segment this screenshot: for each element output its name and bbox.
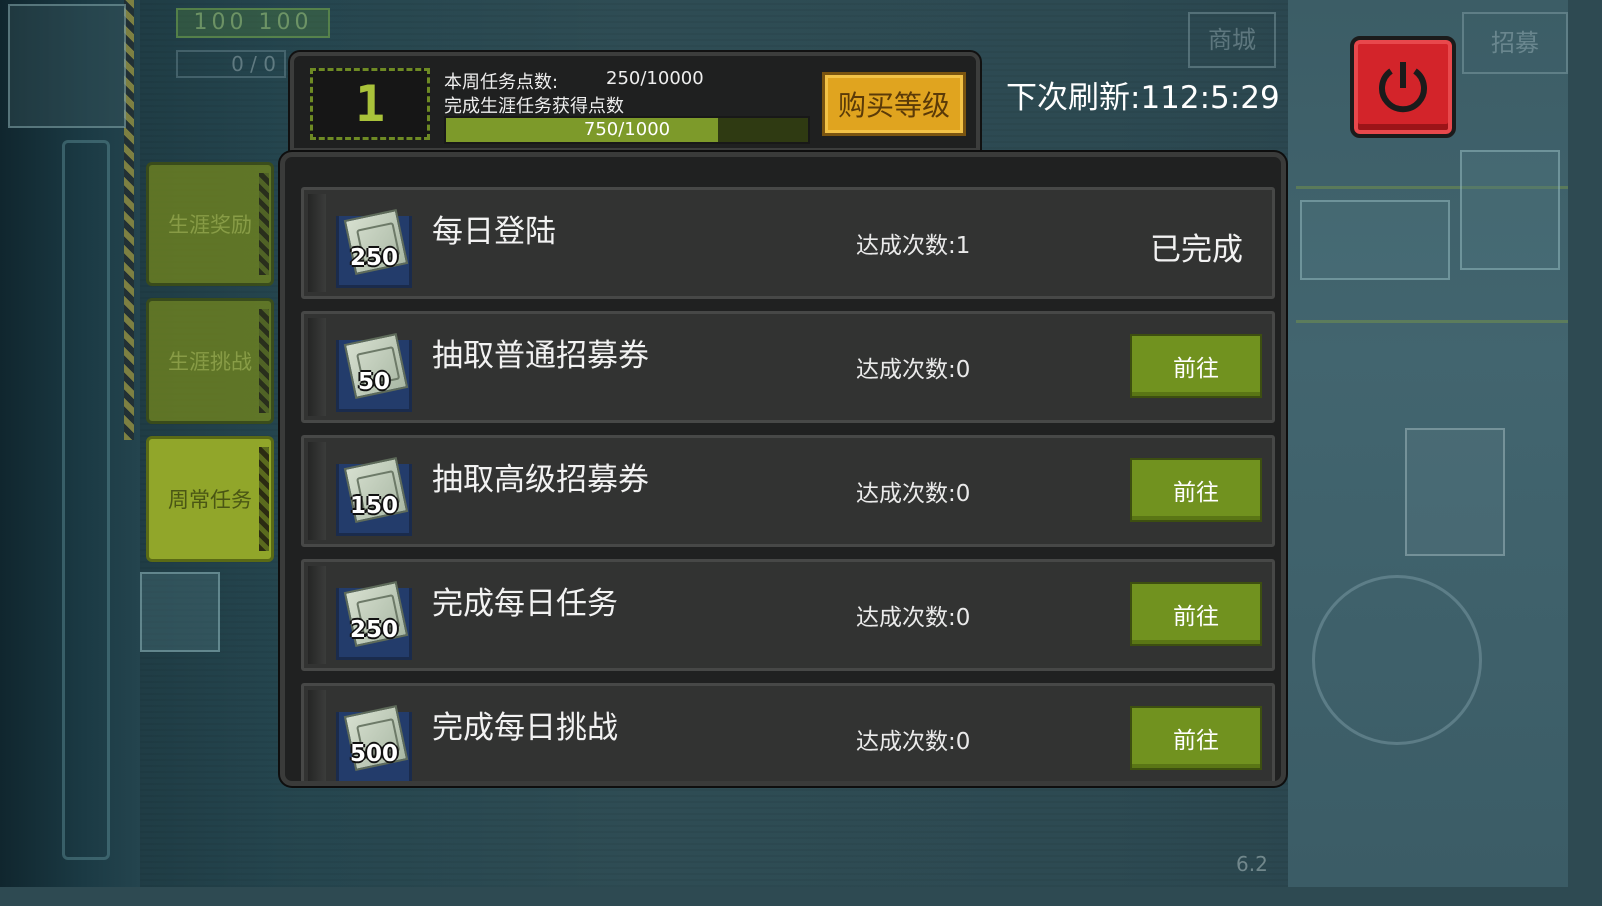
- background-machine: [1460, 150, 1560, 270]
- task-row: 250 每日登陆 达成次数:1 已完成: [301, 187, 1275, 299]
- background-card-slot: [1405, 428, 1505, 556]
- go-button[interactable]: 前往: [1130, 582, 1262, 646]
- task-row: 150 抽取高级招募券 达成次数:0 前往: [301, 435, 1275, 547]
- player-portrait-frame: [8, 4, 126, 128]
- hud-counter: 0 / 0: [176, 50, 286, 78]
- hud-health-bar: 100 100: [176, 8, 330, 38]
- ticket-icon: 50: [336, 332, 412, 412]
- task-count: 达成次数:0: [856, 605, 971, 631]
- background-line: [1296, 320, 1568, 323]
- task-reward: 250: [349, 245, 398, 271]
- career-progress-bar: 750/1000: [444, 116, 810, 144]
- power-icon: [1379, 62, 1427, 113]
- shop-button: 商城: [1188, 12, 1276, 68]
- background-pipe: [62, 140, 110, 860]
- tab-label: 周常任务: [168, 488, 252, 512]
- task-count: 达成次数:0: [856, 729, 971, 755]
- go-button[interactable]: 前往: [1130, 706, 1262, 770]
- buy-level-button[interactable]: 购买等级: [822, 72, 966, 136]
- career-points-label: 完成生涯任务获得点数: [444, 96, 624, 117]
- close-button[interactable]: [1350, 36, 1456, 138]
- task-reward: 500: [349, 741, 398, 767]
- level-number: 1: [354, 75, 386, 133]
- task-name: 完成每日挑战: [432, 710, 618, 746]
- task-row: 50 抽取普通招募券 达成次数:0 前往: [301, 311, 1275, 423]
- weekly-task-panel: 250 每日登陆 达成次数:1 已完成 50 抽取普通招募券 达成次数:0 前往…: [280, 152, 1286, 786]
- recruit-button: 招募: [1462, 12, 1568, 74]
- ticket-icon: 150: [336, 456, 412, 536]
- task-row: 250 完成每日任务 达成次数:0 前往: [301, 559, 1275, 671]
- version-label: 6.2: [1236, 852, 1268, 876]
- background-joystick-ring: [1312, 575, 1482, 745]
- ticket-icon: 250: [336, 208, 412, 288]
- task-count: 达成次数:0: [856, 481, 971, 507]
- task-reward: 250: [349, 617, 398, 643]
- level-badge: 1: [310, 68, 430, 140]
- go-button[interactable]: 前往: [1130, 458, 1262, 522]
- task-list[interactable]: 250 每日登陆 达成次数:1 已完成 50 抽取普通招募券 达成次数:0 前往…: [301, 187, 1275, 781]
- task-count: 达成次数:0: [856, 357, 971, 383]
- tab-career-challenges[interactable]: 生涯挑战: [146, 298, 274, 424]
- task-reward: 50: [357, 369, 390, 395]
- task-name: 每日登陆: [432, 214, 556, 250]
- task-completed-status: 已完成: [1150, 232, 1243, 268]
- week-points-label: 本周任务点数:: [444, 72, 559, 93]
- week-points-value: 250/10000: [606, 68, 704, 89]
- ticket-icon: 500: [336, 704, 412, 781]
- refresh-timer: 下次刷新:112:5:29: [1006, 80, 1280, 116]
- career-progress-text: 750/1000: [583, 119, 671, 140]
- task-reward: 150: [349, 493, 398, 519]
- task-name: 抽取普通招募券: [432, 338, 649, 374]
- tab-label: 生涯挑战: [168, 350, 252, 374]
- pass-header: 1 本周任务点数: 250/10000 完成生涯任务获得点数 750/1000 …: [290, 52, 980, 152]
- task-name: 完成每日任务: [432, 586, 618, 622]
- background-machine: [140, 572, 220, 652]
- task-row: 500 完成每日挑战 达成次数:0 前往: [301, 683, 1275, 781]
- go-button[interactable]: 前往: [1130, 334, 1262, 398]
- background-machine: [1300, 200, 1450, 280]
- tab-label: 生涯奖励: [168, 213, 252, 237]
- tab-career-rewards[interactable]: 生涯奖励: [146, 162, 274, 286]
- task-count: 达成次数:1: [856, 233, 971, 259]
- ticket-icon: 250: [336, 580, 412, 660]
- tab-weekly-tasks[interactable]: 周常任务: [146, 436, 274, 562]
- task-name: 抽取高级招募券: [432, 462, 649, 498]
